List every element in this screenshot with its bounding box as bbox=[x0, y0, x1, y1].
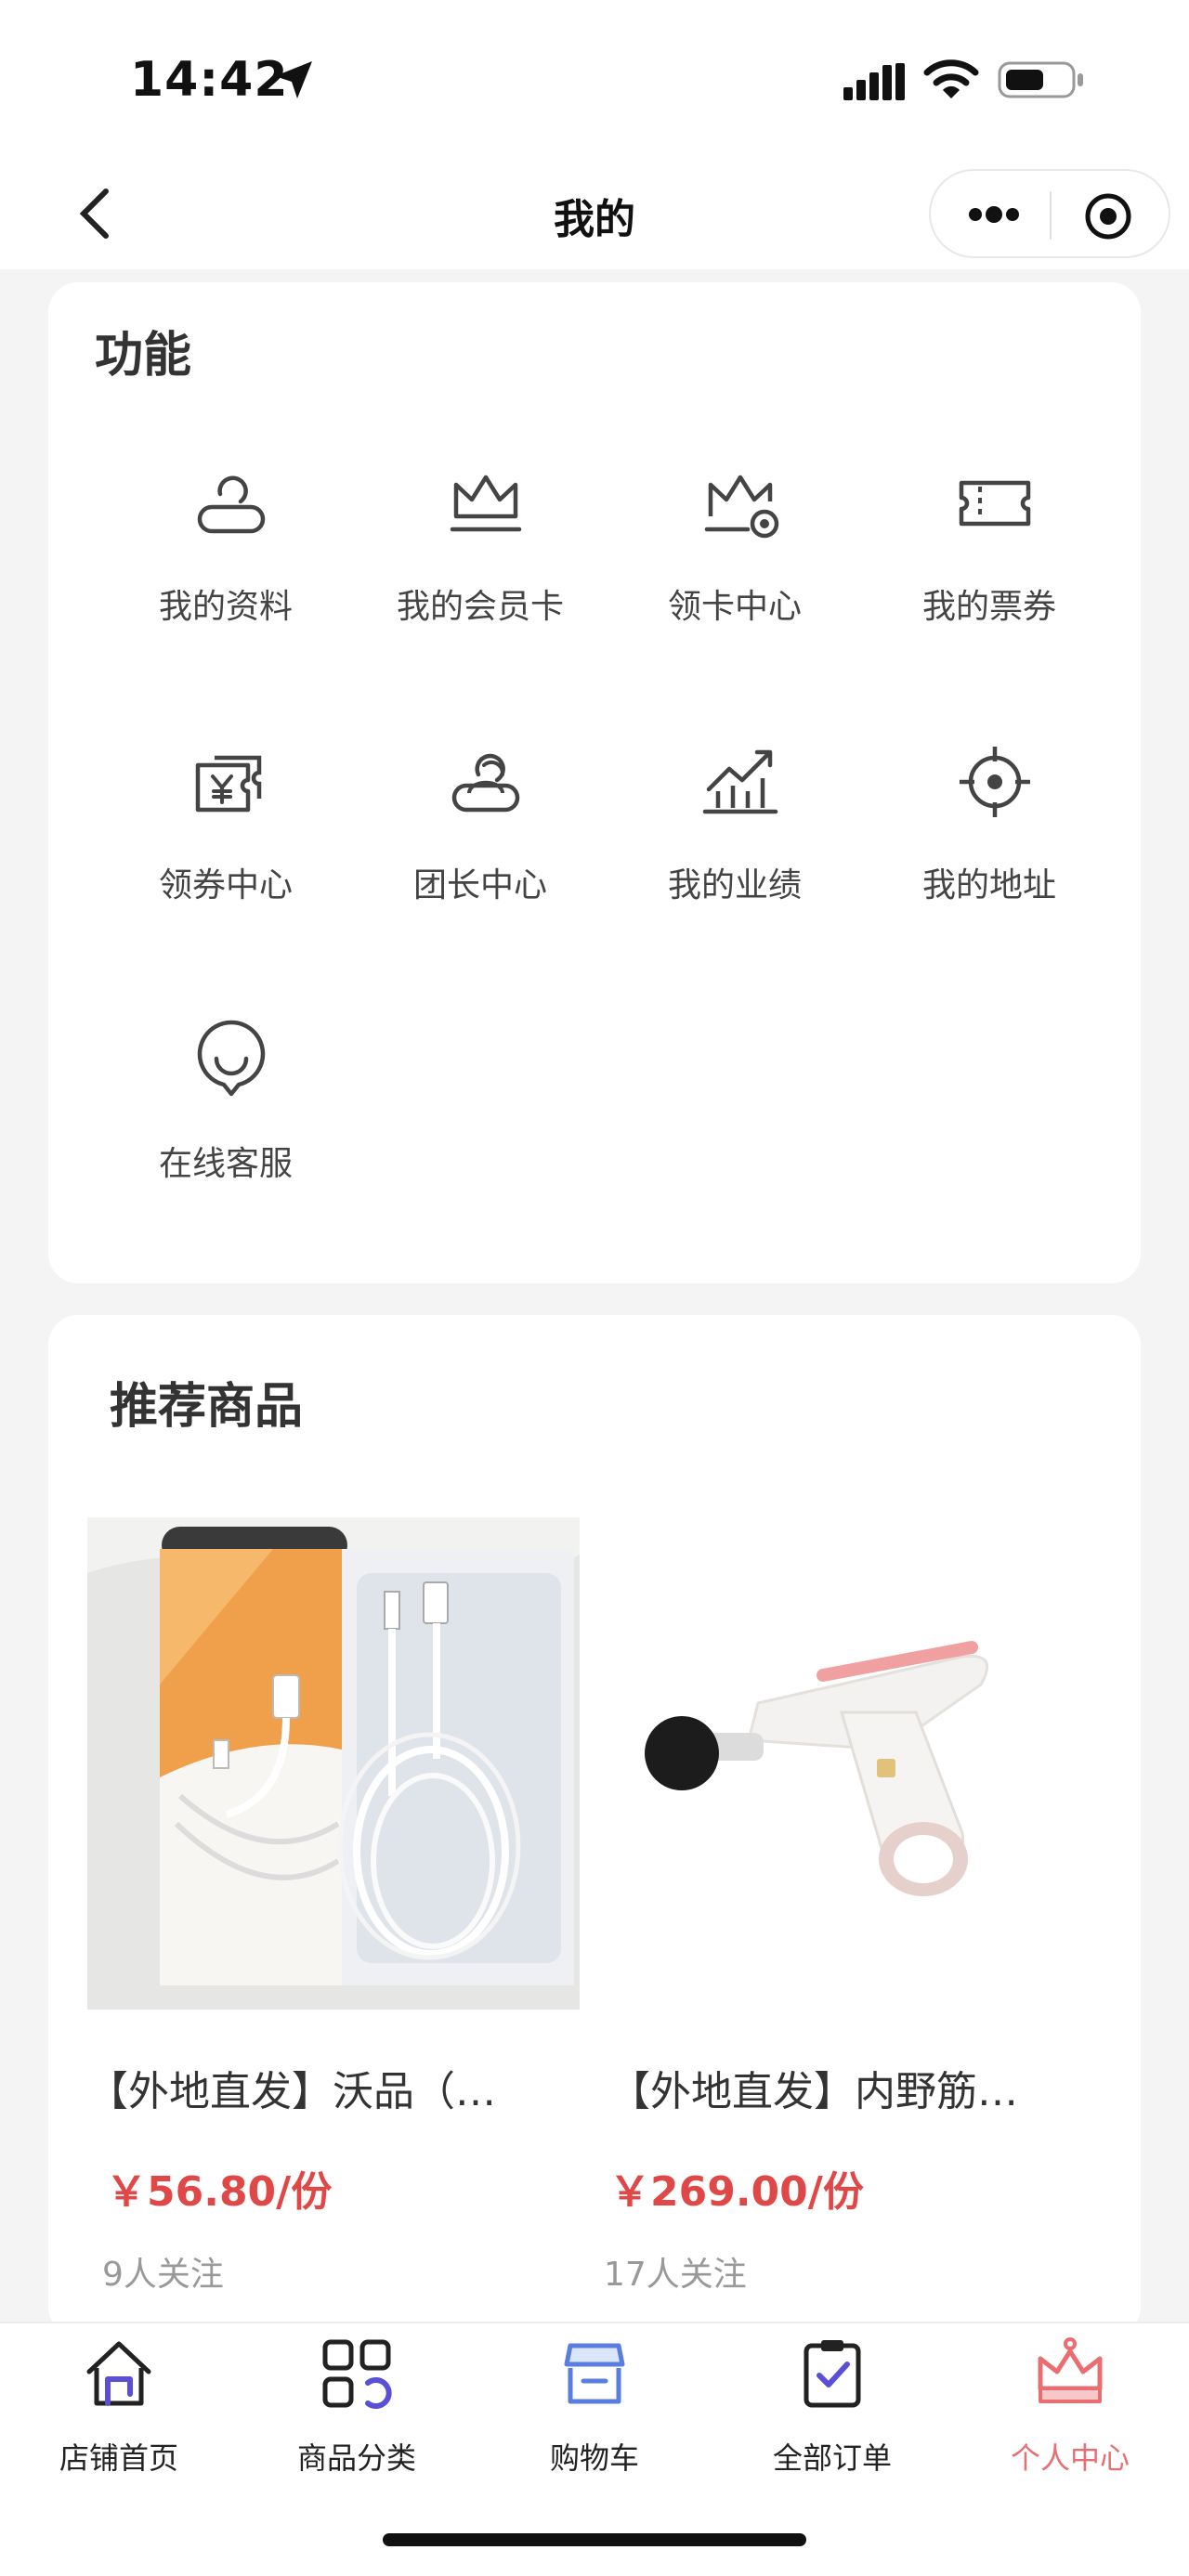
tab-label: 商品分类 bbox=[296, 2440, 416, 2476]
shop-cart-icon bbox=[564, 2343, 625, 2404]
func-my-tickets[interactable]: 我的票券 bbox=[862, 459, 1117, 682]
product-image-cable[interactable] bbox=[87, 1517, 580, 2010]
func-my-address[interactable]: 我的地址 bbox=[862, 737, 1117, 960]
tab-orders[interactable]: 全部订单 bbox=[713, 2336, 951, 2485]
chat-smile-icon bbox=[197, 1020, 266, 1097]
location-target-icon bbox=[960, 747, 1030, 817]
func-label: 我的票券 bbox=[921, 588, 1056, 626]
tab-categories[interactable]: 商品分类 bbox=[238, 2336, 476, 2485]
func-member-card[interactable]: 我的会员卡 bbox=[353, 459, 608, 682]
tab-personal-center[interactable]: 个人中心 bbox=[951, 2336, 1189, 2485]
more-dots-icon[interactable] bbox=[966, 201, 1022, 228]
product-name[interactable]: 【外地直发】沃品（… bbox=[87, 2058, 580, 2117]
tab-label: 购物车 bbox=[549, 2440, 639, 2476]
ticket-icon bbox=[959, 480, 1031, 527]
location-arrow-icon bbox=[275, 61, 312, 98]
func-label: 我的会员卡 bbox=[396, 588, 564, 626]
func-label: 我的地址 bbox=[921, 866, 1056, 904]
tab-label: 个人中心 bbox=[1010, 2440, 1130, 2476]
status-bar: 14:42 bbox=[0, 0, 1189, 158]
leader-icon bbox=[451, 753, 520, 813]
func-label: 我的业绩 bbox=[667, 866, 802, 904]
product-image-massage-gun[interactable] bbox=[609, 1517, 1102, 2010]
func-coupon-center[interactable]: 领券中心 bbox=[98, 737, 353, 960]
nav-bar: 我的 bbox=[0, 158, 1189, 269]
close-miniprogram-icon[interactable] bbox=[1083, 191, 1133, 241]
product-card[interactable]: 【外地直发】沃品（… ￥56.80/份 9人关注 bbox=[87, 1315, 580, 2336]
crown-badge-icon bbox=[704, 475, 779, 539]
product-name[interactable]: 【外地直发】内野筋… bbox=[609, 2058, 1102, 2117]
func-online-service[interactable]: 在线客服 bbox=[98, 1016, 353, 1239]
mini-program-capsule bbox=[929, 169, 1170, 258]
category-grid-icon bbox=[322, 2339, 392, 2409]
tab-shop-home[interactable]: 店铺首页 bbox=[0, 2336, 238, 2485]
func-label: 领卡中心 bbox=[667, 588, 802, 626]
status-time: 14:42 bbox=[130, 52, 289, 108]
func-my-performance[interactable]: 我的业绩 bbox=[608, 737, 862, 960]
functions-card: 功能 我的资料 我的会员卡 领卡中心 我的票券 领券中心 团长中心 我的业绩 我… bbox=[48, 282, 1141, 1283]
functions-title: 功能 bbox=[95, 328, 192, 384]
func-label: 团长中心 bbox=[412, 866, 547, 904]
func-my-profile[interactable]: 我的资料 bbox=[98, 459, 353, 682]
home-indicator bbox=[383, 2533, 806, 2546]
order-clipboard-icon bbox=[804, 2340, 861, 2408]
product-followers: 9人关注 bbox=[102, 2256, 224, 2294]
func-label: 领券中心 bbox=[158, 866, 293, 904]
func-leader-center[interactable]: 团长中心 bbox=[353, 737, 608, 960]
recommended-card: 推荐商品 【外地直发】沃品（… ￥56.80/份 9人关注 【外地直发】内野筋…… bbox=[48, 1315, 1141, 2336]
product-followers: 17人关注 bbox=[604, 2256, 747, 2294]
tab-label: 全部订单 bbox=[772, 2440, 892, 2476]
crown-icon bbox=[450, 475, 522, 532]
cellular-signal-icon bbox=[843, 63, 905, 100]
coupon-yen-icon bbox=[195, 755, 262, 813]
growth-chart-icon bbox=[702, 749, 778, 814]
func-label: 在线客服 bbox=[158, 1145, 293, 1183]
profile-icon bbox=[197, 475, 266, 534]
crown-profile-icon bbox=[1038, 2337, 1103, 2403]
func-card-center[interactable]: 领卡中心 bbox=[608, 459, 862, 682]
battery-icon bbox=[998, 61, 1083, 98]
wifi-icon bbox=[923, 59, 979, 98]
tab-label: 店铺首页 bbox=[59, 2440, 178, 2476]
product-price: ￥269.00/份 bbox=[609, 2168, 864, 2216]
product-card[interactable]: 【外地直发】内野筋… ￥269.00/份 17人关注 bbox=[604, 1315, 1102, 2336]
home-icon bbox=[86, 2341, 151, 2406]
tab-cart[interactable]: 购物车 bbox=[476, 2336, 713, 2485]
capsule-divider bbox=[1050, 191, 1052, 240]
func-label: 我的资料 bbox=[158, 588, 293, 626]
product-price: ￥56.80/份 bbox=[106, 2168, 333, 2216]
